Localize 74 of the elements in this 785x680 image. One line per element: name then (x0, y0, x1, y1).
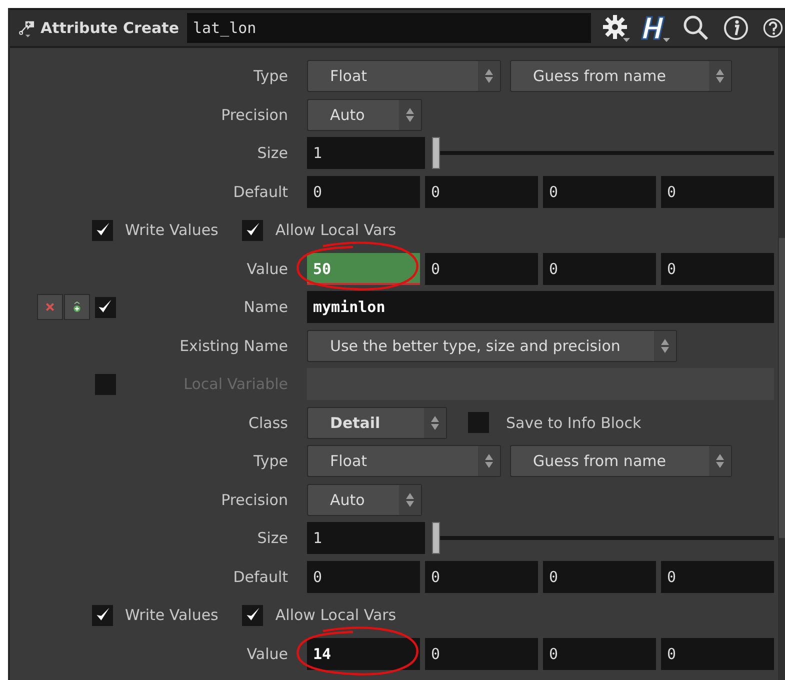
checkbox[interactable] (94, 374, 116, 395)
checkbox[interactable] (468, 412, 489, 434)
close-icon (45, 302, 55, 312)
dropdown[interactable]: Use the better type, size and precision (307, 330, 678, 362)
spinner-icon (484, 68, 494, 84)
scrollbar[interactable] (778, 48, 785, 680)
parameter-label: Name (242, 298, 288, 316)
parameter-label: Precision (220, 106, 288, 124)
checkbox-label: Allow Local Vars (275, 221, 396, 240)
parameter-label: Value (246, 260, 288, 278)
input-field[interactable]: 0 (661, 560, 774, 593)
node-type-label: Attribute Create (40, 19, 179, 37)
dropdown[interactable]: Float (307, 60, 501, 92)
input-field[interactable]: 0 (661, 638, 774, 670)
search-icon[interactable] (681, 13, 711, 43)
checkbox[interactable] (242, 220, 264, 241)
dropdown[interactable]: Float (307, 445, 501, 478)
checkbox-label: Write Values (125, 221, 218, 240)
input-field[interactable]: 0 (661, 252, 774, 285)
spinner-icon (484, 453, 494, 470)
dropdown[interactable]: Auto (307, 484, 422, 516)
checkbox-label: Write Values (125, 606, 218, 624)
input-field[interactable]: myminlon (307, 291, 774, 324)
slider-handle[interactable] (432, 522, 440, 554)
parameter-label: Class (248, 414, 288, 432)
parameter-label: Existing Name (178, 336, 288, 355)
checkbox[interactable] (242, 604, 264, 626)
input-field[interactable]: 1 (307, 137, 425, 170)
input-field[interactable]: 0 (543, 176, 656, 208)
checkbox-label: Allow Local Vars (275, 606, 396, 624)
spinner-icon (404, 106, 415, 123)
slider-handle[interactable] (432, 137, 440, 170)
close-button[interactable] (37, 294, 63, 320)
node-name-field[interactable]: lat_lon (187, 13, 591, 43)
dropdown[interactable]: Guess from name (510, 60, 732, 92)
spinner-icon (715, 453, 725, 470)
dropdown[interactable]: Auto (307, 98, 422, 131)
gear-icon[interactable] (601, 13, 631, 43)
plus-icon (72, 301, 82, 314)
info-icon[interactable] (721, 13, 751, 43)
input-field[interactable]: 0 (425, 176, 538, 208)
input-field[interactable]: 14 (307, 638, 420, 670)
parameter-label: Default (232, 568, 288, 586)
checkbox-label: Save to Info Block (506, 414, 642, 432)
input-field[interactable]: 0 (425, 560, 538, 593)
input-field[interactable]: 0 (307, 176, 420, 208)
input-field[interactable]: 1 (307, 522, 425, 554)
slider[interactable] (432, 137, 774, 170)
spinner-icon (660, 338, 670, 354)
spinner-icon (715, 68, 725, 84)
dropdown[interactable]: Guess from name (510, 445, 732, 478)
input-field[interactable]: 0 (543, 638, 656, 670)
checkbox[interactable] (94, 296, 116, 318)
add-button[interactable] (64, 294, 90, 320)
parameter-label: Value (246, 644, 288, 663)
parameter-label: Precision (220, 490, 288, 509)
parameter-label: Size (256, 144, 288, 162)
parameter-label: Type (252, 67, 288, 86)
input-field[interactable]: 50 (307, 252, 420, 285)
spinner-icon (430, 414, 440, 431)
input-field[interactable]: 0 (543, 252, 656, 285)
input-field[interactable]: 0 (661, 176, 774, 208)
parameter-label: Default (232, 182, 288, 201)
checkbox[interactable] (92, 604, 113, 626)
parameter-label: Type (252, 452, 288, 470)
checkbox[interactable] (92, 220, 113, 241)
input-field[interactable]: 0 (307, 560, 420, 593)
spinner-icon (404, 492, 415, 508)
slider[interactable] (432, 522, 774, 554)
input-field[interactable]: 0 (543, 560, 656, 593)
input-field[interactable]: 0 (425, 638, 538, 670)
input-field[interactable]: 0 (425, 252, 538, 285)
dropdown[interactable]: Detail (307, 406, 447, 439)
parameter-label: Size (256, 529, 288, 548)
